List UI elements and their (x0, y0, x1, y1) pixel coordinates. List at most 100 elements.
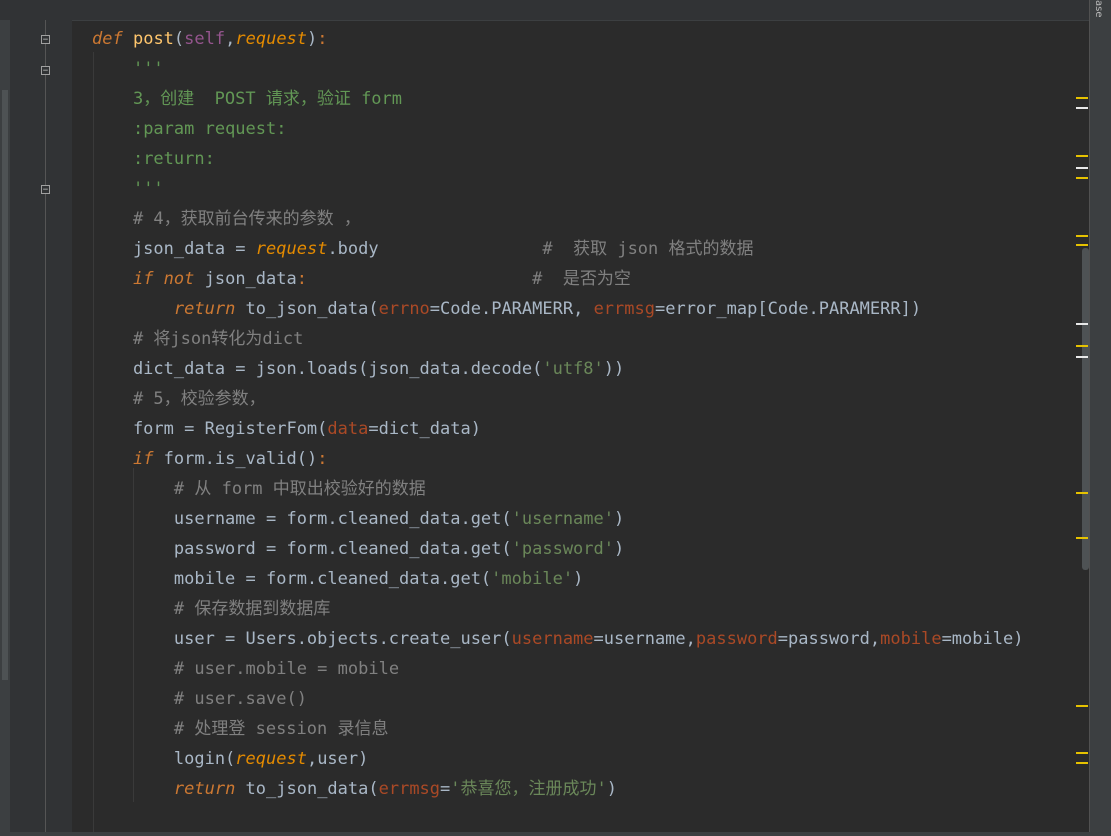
code-line[interactable]: if not json_data: # 是否为空 (92, 264, 1023, 294)
error-stripe-marker[interactable] (1076, 323, 1088, 325)
code-line[interactable]: def post(self,request): (92, 24, 1023, 54)
warning-marker[interactable] (1076, 235, 1088, 237)
code-token: '恭喜您，注册成功' (450, 779, 607, 799)
code-token: dict_data = json.loads(json_data.decode( (92, 359, 543, 379)
code-line[interactable]: user = Users.objects.create_user(usernam… (92, 624, 1024, 654)
warning-marker[interactable] (1076, 705, 1088, 707)
bottom-status-strip (0, 832, 1090, 836)
code-line[interactable]: username = form.cleaned_data.get('userna… (92, 504, 1023, 534)
code-line[interactable]: ''' (92, 54, 1023, 84)
code-token: ''' (132, 59, 164, 79)
code-token: errno (378, 299, 430, 319)
warning-marker[interactable] (1076, 244, 1088, 246)
warning-marker[interactable] (1076, 537, 1088, 539)
code-token: username (511, 629, 594, 649)
code-line[interactable]: # user.mobile = mobile (92, 654, 1023, 684)
code-line[interactable]: password = form.cleaned_data.get('passwo… (92, 534, 1023, 564)
code-token: 'password' (511, 539, 614, 559)
tool-strip-thumb[interactable] (2, 90, 8, 680)
code-line[interactable]: # 4，获取前台传来的参数 ， (92, 204, 1023, 234)
warning-marker[interactable] (1076, 177, 1088, 179)
warning-marker[interactable] (1076, 155, 1088, 157)
code-editor[interactable]: def post(self,request): ''' 3，创建 POST 请求… (92, 24, 1023, 804)
error-stripe-marker[interactable] (1076, 167, 1088, 169)
code-token: :param request: (132, 119, 287, 139)
fold-minus-icon[interactable]: − (41, 66, 50, 76)
code-line[interactable]: # 从 form 中取出校验好的数据 (92, 474, 1023, 504)
code-token: json_data (194, 269, 297, 289)
code-token: , (225, 29, 236, 49)
project-tool-strip[interactable] (0, 20, 10, 836)
code-token: username = form.cleaned_data.get( (92, 509, 512, 529)
code-token: self (184, 29, 226, 49)
code-token: =dict_data) (368, 419, 481, 439)
warning-marker[interactable] (1076, 345, 1088, 347)
code-token: # user.mobile = mobile (173, 659, 400, 679)
code-line[interactable]: :return: (92, 144, 1023, 174)
code-token: json_data (92, 239, 236, 259)
code-line[interactable]: if form.is_valid(): (92, 444, 1023, 474)
code-token: # 将json转化为dict (132, 329, 304, 349)
code-token: # 从 form 中取出校验好的数据 (173, 479, 426, 499)
code-line[interactable]: json_data = request.body # 获取 json 格式的数据 (92, 234, 1023, 264)
fold-end-icon[interactable]: − (41, 185, 50, 195)
code-token: : (317, 449, 328, 469)
code-token: ) (573, 569, 584, 589)
code-line[interactable]: # 处理登 session 录信息 (92, 714, 1023, 744)
right-tool-window-strip[interactable]: ase (1089, 0, 1111, 836)
code-token: password = form.cleaned_data.get( (92, 539, 512, 559)
code-token: 'utf8' (542, 359, 604, 379)
code-token: ) (614, 539, 625, 559)
gutter-fold-line (45, 20, 46, 832)
code-line[interactable]: # 5，校验参数， (92, 384, 1023, 414)
line-gutter[interactable] (10, 20, 72, 836)
error-stripe-marker[interactable] (1076, 107, 1088, 109)
code-token: :return: (132, 149, 215, 169)
code-token: ) (614, 509, 625, 529)
code-token: = (440, 779, 451, 799)
code-token: request (235, 29, 308, 49)
code-token: mobile (880, 629, 942, 649)
code-token: user = Users.objects.create_user( (92, 629, 512, 649)
editor-scrollbar[interactable] (1082, 248, 1089, 570)
warning-marker[interactable] (1076, 762, 1088, 764)
code-token: post (132, 29, 174, 49)
code-line[interactable]: # 保存数据到数据库 (92, 594, 1023, 624)
code-token: ) (307, 29, 318, 49)
code-line[interactable]: mobile = form.cleaned_data.get('mobile') (92, 564, 1023, 594)
code-token: def (92, 29, 123, 49)
code-token: =mobile) (941, 629, 1024, 649)
code-token: mobile = form.cleaned_data.get( (92, 569, 492, 589)
code-line[interactable]: dict_data = json.loads(json_data.decode(… (92, 354, 1023, 384)
code-token: password (695, 629, 778, 649)
code-token: return (173, 779, 236, 799)
code-line[interactable]: login(request,user) (92, 744, 1023, 774)
error-stripe-marker[interactable] (1076, 356, 1088, 358)
code-line[interactable]: :param request: (92, 114, 1023, 144)
database-tab-label[interactable]: ase (1093, 0, 1104, 18)
code-token: login( (92, 749, 236, 769)
code-line[interactable]: form = RegisterFom(data=dict_data) (92, 414, 1023, 444)
code-token: to_json_data( (235, 299, 379, 319)
code-line[interactable]: return to_json_data(errmsg='恭喜您，注册成功') (92, 774, 1023, 804)
code-line[interactable]: return to_json_data(errno=Code.PARAMERR,… (92, 294, 1023, 324)
code-token: # 获取 json 格式的数据 (542, 239, 754, 259)
warning-marker[interactable] (1076, 97, 1088, 99)
code-line[interactable]: 3，创建 POST 请求，验证 form (92, 84, 1023, 114)
warning-marker[interactable] (1076, 752, 1088, 754)
warning-marker[interactable] (1076, 492, 1088, 494)
code-line[interactable]: ''' (92, 174, 1023, 204)
code-line[interactable]: # 将json转化为dict (92, 324, 1023, 354)
code-line[interactable]: # user.save() (92, 684, 1023, 714)
code-token: ''' (132, 179, 164, 199)
fold-minus-icon[interactable]: − (41, 35, 50, 45)
